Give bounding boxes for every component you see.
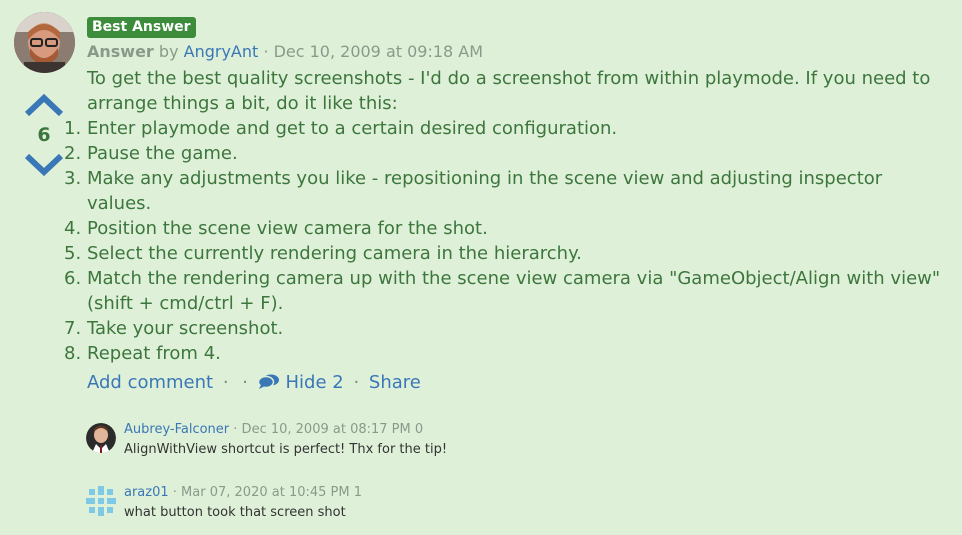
by-label: by	[158, 42, 179, 61]
vote-widget: 6	[24, 92, 64, 178]
separator: ·	[353, 372, 360, 393]
step-text: Take your screenshot.	[87, 318, 284, 339]
list-item: 4. Position the scene view camera for the…	[64, 216, 947, 241]
step-number: 6.	[64, 268, 82, 289]
chevron-up-icon[interactable]	[24, 92, 64, 120]
list-item: 8. Repeat from 4.	[64, 341, 947, 366]
step-text: Pause the game.	[87, 143, 238, 164]
comment-votes: 1	[353, 485, 363, 500]
list-item: 1. Enter playmode and get to a certain de…	[64, 116, 947, 141]
steps-list: 1. Enter playmode and get to a certain de…	[64, 116, 947, 366]
comment-date: · Dec 10, 2009 at 08:17 PM	[233, 422, 411, 437]
step-text: Select the currently rendering camera in…	[87, 243, 582, 264]
best-answer-badge: Best Answer	[87, 17, 196, 38]
list-item: 6. Match the rendering camera up with the…	[64, 266, 947, 316]
step-number: 8.	[64, 343, 82, 364]
list-item: 7. Take your screenshot.	[64, 316, 947, 341]
share-link[interactable]: Share	[369, 372, 421, 393]
separator: ·	[242, 372, 249, 393]
separator: ·	[222, 372, 229, 393]
step-number: 2.	[64, 143, 82, 164]
vote-count: 6	[37, 124, 51, 146]
step-number: 5.	[64, 243, 82, 264]
answer-actions: Add comment · · Hide 2 · Share	[87, 370, 421, 397]
comment-meta: Aubrey-Falconer · Dec 10, 2009 at 08:17 …	[124, 420, 423, 440]
step-text: Enter playmode and get to a certain desi…	[87, 118, 618, 139]
answer-meta: Answer by AngryAnt · Dec 10, 2009 at 09:…	[87, 42, 483, 61]
comment-author-link[interactable]: araz01	[124, 485, 169, 500]
step-number: 1.	[64, 118, 82, 139]
avatar[interactable]	[86, 486, 116, 516]
step-number: 3.	[64, 168, 82, 189]
step-text: Match the rendering camera up with the s…	[87, 268, 941, 314]
chevron-down-icon[interactable]	[24, 150, 64, 178]
comment-votes: 0	[414, 422, 424, 437]
comment-date: · Mar 07, 2020 at 10:45 PM	[172, 485, 350, 500]
comment-text: AlignWithView shortcut is perfect! Thx f…	[124, 442, 448, 457]
step-text: Make any adjustments you like - repositi…	[87, 168, 883, 214]
hide-comments-link[interactable]: Hide 2	[257, 372, 350, 393]
comments-icon	[257, 372, 280, 397]
author-link[interactable]: AngryAnt	[184, 42, 259, 61]
answer-label: Answer	[87, 42, 154, 61]
step-text: Position the scene view camera for the s…	[87, 218, 488, 239]
list-item: 3. Make any adjustments you like - reposi…	[64, 166, 947, 216]
step-text: Repeat from 4.	[87, 343, 221, 364]
comment-author-link[interactable]: Aubrey-Falconer	[124, 422, 229, 437]
hide-comments-label: Hide 2	[285, 372, 344, 393]
list-item: 5. Select the currently rendering camera …	[64, 241, 947, 266]
answer-intro: To get the best quality screenshots - I'…	[87, 68, 931, 114]
add-comment-link[interactable]: Add comment	[87, 372, 213, 393]
comment-meta: araz01 · Mar 07, 2020 at 10:45 PM 1	[124, 483, 362, 503]
step-number: 4.	[64, 218, 82, 239]
author-avatar[interactable]	[14, 12, 75, 73]
answer-body: To get the best quality screenshots - I'…	[64, 66, 947, 366]
step-number: 7.	[64, 318, 82, 339]
list-item: 2. Pause the game.	[64, 141, 947, 166]
answer-date: · Dec 10, 2009 at 09:18 AM	[263, 42, 484, 61]
comment-text: what button took that screen shot	[124, 505, 346, 520]
avatar[interactable]	[86, 423, 116, 453]
